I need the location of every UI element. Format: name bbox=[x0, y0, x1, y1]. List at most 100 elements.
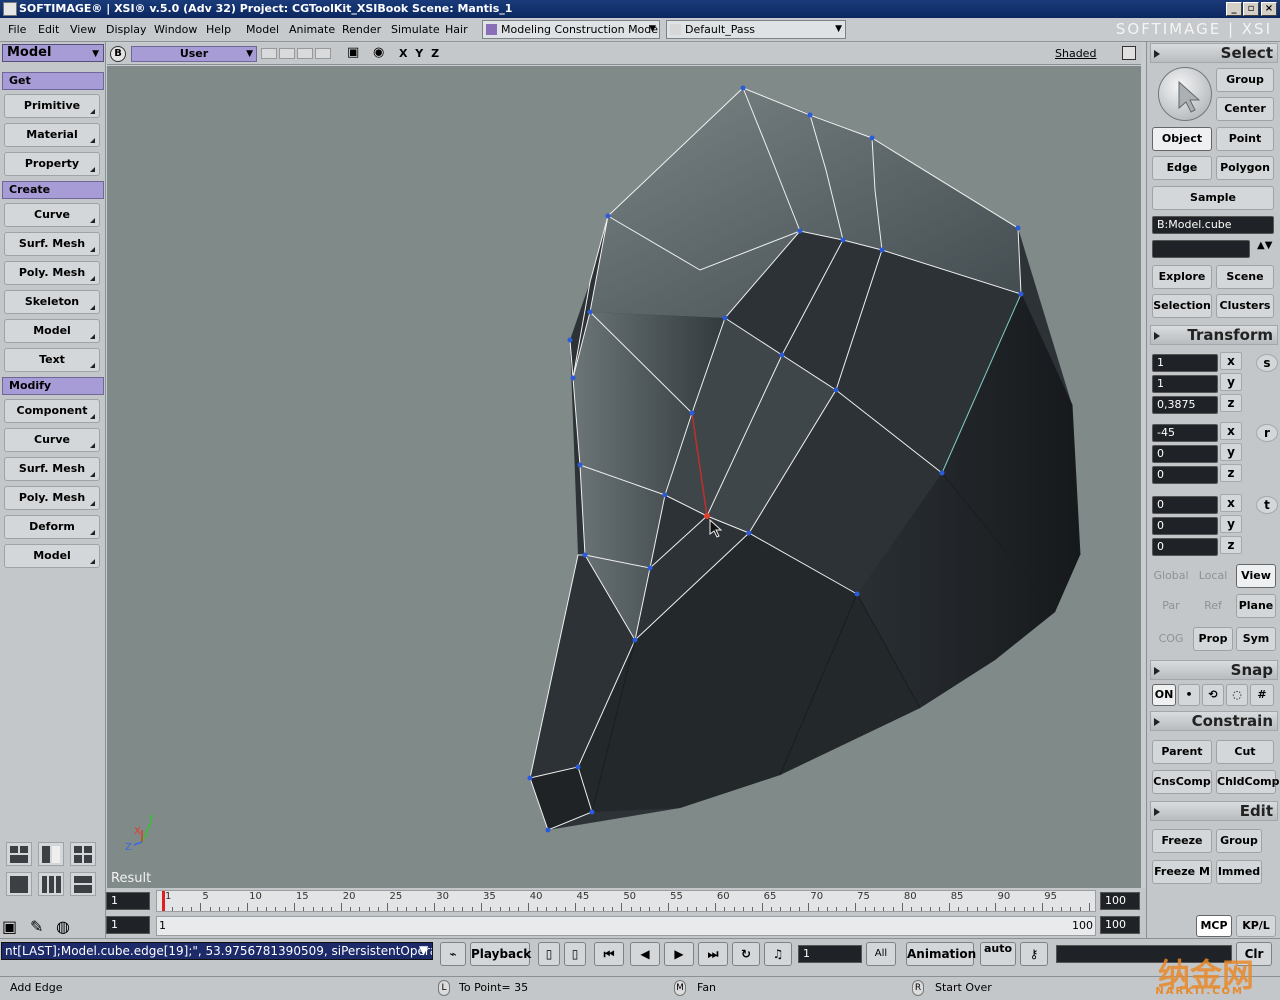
menu-model[interactable]: Model bbox=[246, 23, 279, 36]
camera-icon[interactable]: ▣ bbox=[347, 45, 359, 60]
frame-field[interactable]: 1 bbox=[798, 945, 862, 963]
create-poly-mesh-button[interactable]: Poly. Mesh bbox=[4, 261, 100, 285]
material-button[interactable]: Material bbox=[4, 123, 100, 147]
3d-viewport[interactable]: Y X Z Result bbox=[107, 66, 1141, 888]
transform-header[interactable]: Transform bbox=[1150, 325, 1278, 345]
scale-z-label[interactable]: z bbox=[1220, 394, 1242, 412]
bookmark-slot-4[interactable] bbox=[315, 48, 331, 59]
select-header[interactable]: Select bbox=[1150, 43, 1278, 63]
timeline-range-bar[interactable]: 1 100 bbox=[156, 916, 1096, 936]
scale-x-label[interactable]: x bbox=[1220, 352, 1242, 370]
snap-surface-icon[interactable]: ◌ bbox=[1226, 684, 1248, 706]
command-line-input[interactable]: nt[LAST];Model.cube.edge[19];", 53.97567… bbox=[1, 942, 433, 960]
scale-z-field[interactable]: 0,3875 bbox=[1152, 396, 1218, 414]
ref-par-button[interactable]: Par bbox=[1150, 594, 1192, 618]
create-text-button[interactable]: Text bbox=[4, 348, 100, 372]
translate-y-label[interactable]: y bbox=[1220, 515, 1242, 533]
command-dropdown-icon[interactable]: ▼ bbox=[419, 943, 428, 957]
brush-tool-icon[interactable]: ✎ bbox=[30, 917, 43, 936]
layout-four-icon[interactable] bbox=[70, 842, 96, 866]
first-frame-icon[interactable]: ▯ bbox=[538, 942, 560, 966]
go-to-start-icon[interactable]: ⏮ bbox=[594, 942, 624, 966]
scale-y-label[interactable]: y bbox=[1220, 373, 1242, 391]
rotate-y-label[interactable]: y bbox=[1220, 443, 1242, 461]
mcp-tab[interactable]: MCP bbox=[1196, 915, 1232, 937]
freeze-button[interactable]: Freeze bbox=[1152, 829, 1212, 853]
ref-plane-button[interactable]: Plane bbox=[1236, 594, 1276, 618]
select-polygon-button[interactable]: Polygon bbox=[1216, 156, 1274, 180]
chldcomp-button[interactable]: ChldComp bbox=[1216, 770, 1280, 794]
rotate-r-button[interactable]: r bbox=[1256, 424, 1278, 442]
menu-file[interactable]: File bbox=[8, 23, 26, 36]
timeline-ruler[interactable]: 1 5 10 15 20 25 30 35 40 45 50 55 60 65 70 75 80 85 90 95 bbox=[156, 890, 1096, 912]
playback-menu-button[interactable]: Playback bbox=[470, 942, 531, 966]
scale-y-field[interactable]: 1 bbox=[1152, 375, 1218, 393]
layout-split-icon[interactable] bbox=[38, 842, 64, 866]
modify-surf-mesh-button[interactable]: Surf. Mesh bbox=[4, 457, 100, 481]
close-button[interactable]: × bbox=[1261, 2, 1277, 16]
sym-button[interactable]: Sym bbox=[1236, 627, 1276, 651]
menu-simulate[interactable]: Simulate bbox=[391, 23, 440, 36]
audio-icon[interactable]: ♫ bbox=[764, 942, 792, 966]
timeline-end-field[interactable]: 100 bbox=[1100, 892, 1140, 910]
select-group-button[interactable]: Group bbox=[1216, 68, 1274, 92]
menu-edit[interactable]: Edit bbox=[38, 23, 59, 36]
play-icon[interactable]: ▶ bbox=[664, 942, 694, 966]
scale-s-button[interactable]: s bbox=[1256, 354, 1278, 372]
menu-display[interactable]: Display bbox=[106, 23, 147, 36]
create-surf-mesh-button[interactable]: Surf. Mesh bbox=[4, 232, 100, 256]
primitive-button[interactable]: Primitive bbox=[4, 94, 100, 118]
selection-filter-field[interactable] bbox=[1152, 240, 1250, 258]
construction-mode-dropdown[interactable]: Modeling Construction Mode ▼ bbox=[482, 20, 660, 39]
rotate-x-label[interactable]: x bbox=[1220, 422, 1242, 440]
modify-curve-button[interactable]: Curve bbox=[4, 428, 100, 452]
cnscomp-button[interactable]: CnsComp bbox=[1152, 770, 1212, 794]
paint-tool-icon[interactable]: ◍ bbox=[56, 917, 70, 936]
all-button[interactable]: All bbox=[866, 942, 896, 966]
constrain-header[interactable]: Constrain bbox=[1150, 711, 1278, 731]
module-switcher[interactable]: Model ▼ bbox=[2, 44, 104, 62]
rotate-y-field[interactable]: 0 bbox=[1152, 445, 1218, 463]
clusters-button[interactable]: Clusters bbox=[1216, 294, 1274, 318]
menu-window[interactable]: Window bbox=[154, 23, 197, 36]
menu-help[interactable]: Help bbox=[206, 23, 231, 36]
bookmark-slot-1[interactable] bbox=[261, 48, 277, 59]
layout-quad-icon[interactable] bbox=[6, 842, 32, 866]
select-object-button[interactable]: Object bbox=[1152, 127, 1212, 151]
edit-header[interactable]: Edit bbox=[1150, 801, 1278, 821]
cog-button[interactable]: COG bbox=[1150, 627, 1192, 651]
ref-view-button[interactable]: View bbox=[1236, 564, 1276, 588]
select-sample-button[interactable]: Sample bbox=[1152, 186, 1274, 210]
last-frame-icon[interactable]: ▯ bbox=[564, 942, 586, 966]
select-arrow-icon[interactable] bbox=[1158, 67, 1212, 121]
maximize-viewport-icon[interactable] bbox=[1122, 46, 1136, 60]
go-to-end-icon[interactable]: ⏭ bbox=[698, 942, 728, 966]
kpl-tab[interactable]: KP/L bbox=[1236, 915, 1276, 937]
translate-t-button[interactable]: t bbox=[1256, 496, 1278, 514]
section-modify[interactable]: Modify bbox=[2, 377, 104, 395]
key-icon[interactable]: ⚷ bbox=[1020, 942, 1048, 966]
ref-local-button[interactable]: Local bbox=[1193, 564, 1233, 588]
modify-component-button[interactable]: Component bbox=[4, 399, 100, 423]
edit-group-button[interactable]: Group bbox=[1216, 829, 1262, 853]
loop-icon[interactable]: ↻ bbox=[732, 942, 760, 966]
layout-single-icon[interactable] bbox=[6, 872, 32, 896]
pass-dropdown[interactable]: Default_Pass ▼ bbox=[666, 20, 846, 39]
translate-y-field[interactable]: 0 bbox=[1152, 517, 1218, 535]
select-tool-icon[interactable]: ▣ bbox=[2, 917, 17, 936]
selection-field[interactable]: B:Model.cube bbox=[1152, 216, 1274, 234]
eye-icon[interactable]: ◉ bbox=[373, 45, 384, 60]
scroll-arrows-icon[interactable]: ▲▼ bbox=[1257, 240, 1272, 251]
scale-x-field[interactable]: 1 bbox=[1152, 354, 1218, 372]
layout-columns-icon[interactable] bbox=[38, 872, 64, 896]
axes-toggle[interactable]: X Y Z bbox=[399, 47, 441, 60]
script-icon[interactable]: ⌁ bbox=[440, 942, 466, 966]
section-get[interactable]: Get bbox=[2, 72, 104, 90]
property-button[interactable]: Property bbox=[4, 152, 100, 176]
menu-view[interactable]: View bbox=[70, 23, 96, 36]
restore-button[interactable]: ▫ bbox=[1243, 2, 1259, 16]
translate-x-label[interactable]: x bbox=[1220, 494, 1242, 512]
layout-rows-icon[interactable] bbox=[70, 872, 96, 896]
timeline-current-field[interactable]: 1 bbox=[106, 916, 150, 934]
modify-poly-mesh-button[interactable]: Poly. Mesh bbox=[4, 486, 100, 510]
